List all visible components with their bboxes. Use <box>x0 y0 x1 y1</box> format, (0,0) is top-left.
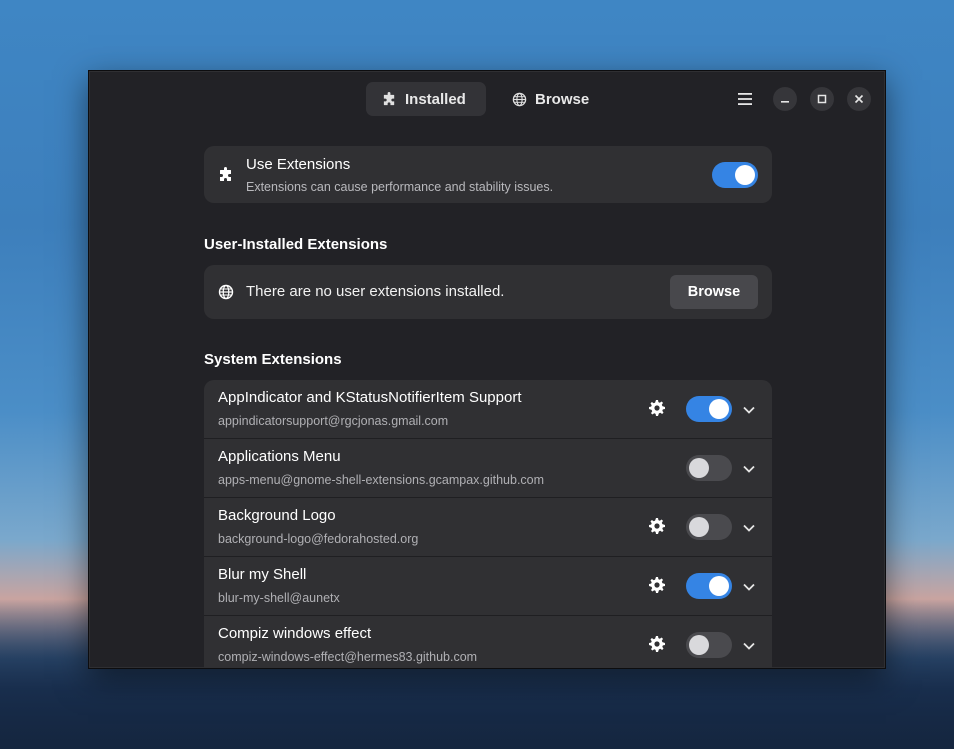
extension-row: Blur my Shell blur-my-shell@aunetx <box>204 557 772 616</box>
extension-uuid: appindicatorsupport@rgcjonas.gmail.com <box>218 414 449 428</box>
tab-browse-label: Browse <box>535 90 590 108</box>
extension-uuid: apps-menu@gnome-shell-extensions.gcampax… <box>218 473 545 487</box>
extension-name: Applications Menu <box>218 448 341 465</box>
globe-icon <box>218 284 234 300</box>
extension-toggle[interactable] <box>686 455 732 481</box>
tab-installed[interactable]: Installed <box>366 82 486 116</box>
chevron-down-icon[interactable] <box>742 521 756 535</box>
extension-row: Applications Menu apps-menu@gnome-shell-… <box>204 439 772 498</box>
puzzle-icon <box>383 91 395 105</box>
maximize-button[interactable] <box>810 87 834 111</box>
minimize-icon <box>781 101 789 103</box>
chevron-down-icon[interactable] <box>742 639 756 653</box>
extensions-window: Installed Browse Use Extensions Extensio… <box>88 70 886 669</box>
extensions-content: Use Extensions Extensions can cause perf… <box>204 146 772 668</box>
extension-toggle[interactable] <box>686 632 732 658</box>
maximize-icon <box>817 94 827 104</box>
extension-name: Compiz windows effect <box>218 625 372 642</box>
extension-toggle[interactable] <box>686 514 732 540</box>
tab-installed-label: Installed <box>405 90 466 108</box>
use-extensions-row: Use Extensions Extensions can cause perf… <box>204 146 772 203</box>
extension-uuid: compiz-windows-effect@hermes83.github.co… <box>218 650 478 664</box>
no-user-extensions-text: There are no user extensions installed. <box>246 283 505 300</box>
header-bar: Installed Browse <box>89 71 885 127</box>
extension-toggle[interactable] <box>686 573 732 599</box>
system-extensions-heading: System Extensions <box>204 351 342 368</box>
use-extensions-title: Use Extensions <box>246 156 351 173</box>
gear-icon[interactable] <box>649 518 665 534</box>
toggle-knob <box>709 399 729 419</box>
minimize-button[interactable] <box>773 87 797 111</box>
puzzle-icon <box>220 167 231 181</box>
extension-toggle[interactable] <box>686 396 732 422</box>
chevron-down-icon[interactable] <box>742 462 756 476</box>
user-extensions-empty-row: There are no user extensions installed. … <box>204 265 772 319</box>
browse-button[interactable]: Browse <box>670 275 758 309</box>
extension-uuid: blur-my-shell@aunetx <box>218 591 340 605</box>
extension-name: Background Logo <box>218 507 336 524</box>
close-button[interactable] <box>847 87 871 111</box>
extension-name: Blur my Shell <box>218 566 307 583</box>
main-menu-button[interactable] <box>733 88 757 110</box>
close-icon <box>854 94 864 104</box>
extension-name: AppIndicator and KStatusNotifierItem Sup… <box>218 389 522 406</box>
extension-uuid: background-logo@fedorahosted.org <box>218 532 419 546</box>
gear-icon[interactable] <box>649 400 665 416</box>
extension-row: Compiz windows effect compiz-windows-eff… <box>204 616 772 668</box>
globe-icon <box>512 92 527 106</box>
gear-icon[interactable] <box>649 636 665 652</box>
chevron-down-icon[interactable] <box>742 403 756 417</box>
menu-icon <box>738 93 752 105</box>
toggle-knob <box>735 165 755 185</box>
toggle-knob <box>689 458 709 478</box>
toggle-knob <box>689 635 709 655</box>
chevron-down-icon[interactable] <box>742 580 756 594</box>
user-extensions-heading: User-Installed Extensions <box>204 236 388 253</box>
toggle-knob <box>709 576 729 596</box>
use-extensions-toggle[interactable] <box>712 162 758 188</box>
gear-icon[interactable] <box>649 577 665 593</box>
extension-row: AppIndicator and KStatusNotifierItem Sup… <box>204 380 772 439</box>
extension-row: Background Logo background-logo@fedoraho… <box>204 498 772 557</box>
system-extensions-list: AppIndicator and KStatusNotifierItem Sup… <box>204 380 772 668</box>
toggle-knob <box>689 517 709 537</box>
tab-browse[interactable]: Browse <box>496 82 606 116</box>
use-extensions-subtitle: Extensions can cause performance and sta… <box>246 180 554 194</box>
